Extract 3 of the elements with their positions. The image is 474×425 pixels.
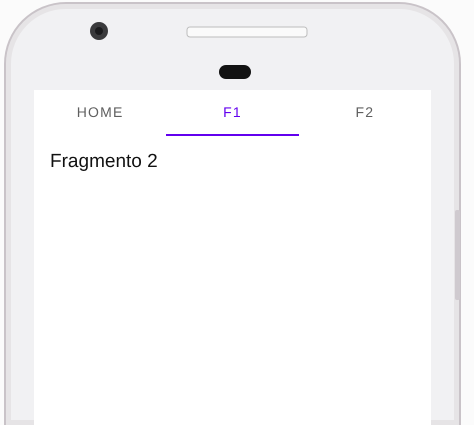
fragment-text: Fragmento 2	[50, 150, 158, 174]
sensor-icon	[218, 64, 252, 80]
camera-icon	[88, 20, 110, 42]
